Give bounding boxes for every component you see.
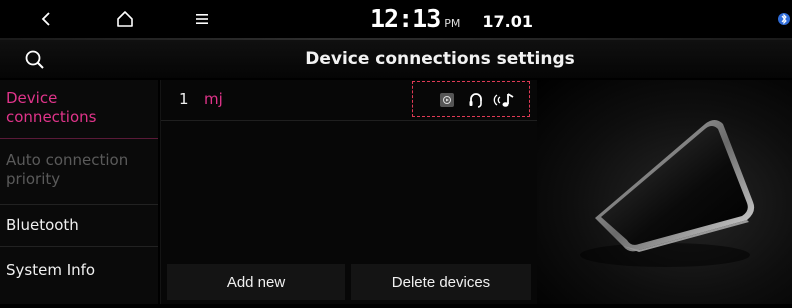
device-index: 1 (179, 90, 189, 108)
sidebar-item-label: Bluetooth (6, 215, 79, 234)
search-button[interactable] (22, 47, 48, 73)
sidebar-item-label: Device connections (6, 89, 97, 126)
delete-devices-button[interactable]: Delete devices (351, 264, 531, 300)
smartphone-image (580, 120, 755, 267)
sidebar-divider (0, 204, 158, 205)
sidebar-item-bluetooth[interactable]: Bluetooth (0, 212, 158, 238)
bluetooth-audio-icon (493, 93, 514, 107)
clock-date: 17.01 (482, 12, 533, 31)
home-icon (117, 11, 133, 27)
back-icon (41, 12, 50, 26)
projection-icon (440, 93, 454, 107)
sidebar-item-system-info[interactable]: System Info (0, 257, 158, 283)
menu-button[interactable] (187, 0, 217, 38)
home-button[interactable] (105, 0, 145, 38)
bluetooth-status-icon (776, 10, 792, 28)
title-bar: Device connections settings (0, 40, 792, 78)
sidebar-divider (0, 246, 158, 247)
menu-icon (196, 14, 208, 24)
list-item[interactable]: 1 mj (161, 80, 537, 121)
sidebar-item-device-connections[interactable]: Device connections (0, 86, 158, 130)
headset-icon (469, 93, 482, 108)
clock-time: 12:13 (370, 4, 441, 33)
search-icon (25, 50, 44, 69)
phone-illustration (537, 80, 792, 304)
clock-ampm: PM (444, 17, 461, 30)
page-title: Device connections settings (305, 49, 575, 69)
clock: 12:13 PM 17.01 (370, 4, 533, 36)
sidebar: Device connections Auto connection prior… (0, 80, 158, 304)
sidebar-divider (0, 138, 158, 139)
device-list-panel: 1 mj Add new Delete devices (160, 80, 537, 304)
device-profile-icons (412, 81, 530, 117)
sidebar-item-label: System Info (6, 260, 96, 279)
add-new-button[interactable]: Add new (167, 264, 345, 300)
sidebar-item-label: Auto connection priority (6, 151, 129, 188)
device-name: mj (204, 90, 223, 108)
back-button[interactable] (30, 0, 62, 38)
sidebar-item-auto-connection-priority: Auto connection priority (0, 148, 158, 192)
status-bar: 12:13 PM 17.01 (0, 0, 792, 38)
